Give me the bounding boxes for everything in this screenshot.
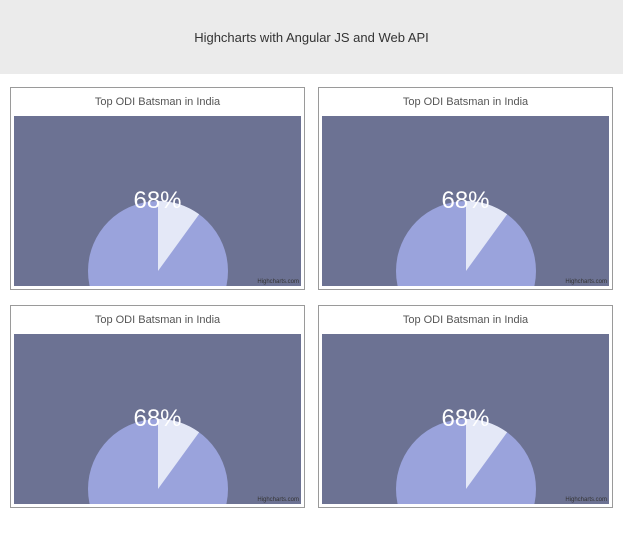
page-header: Highcharts with Angular JS and Web API xyxy=(0,0,623,74)
chart-percentage-label: 68% xyxy=(441,405,489,433)
chart-plot-area: 68% Highcharts.com xyxy=(322,116,609,286)
chart-card: Top ODI Batsman in India 68% Highcharts.… xyxy=(10,87,305,290)
page-title: Highcharts with Angular JS and Web API xyxy=(194,30,429,45)
chart-attribution: Highcharts.com xyxy=(565,279,607,285)
chart-title: Top ODI Batsman in India xyxy=(14,309,301,334)
chart-attribution: Highcharts.com xyxy=(257,279,299,285)
chart-title: Top ODI Batsman in India xyxy=(322,309,609,334)
chart-title: Top ODI Batsman in India xyxy=(322,91,609,116)
chart-card: Top ODI Batsman in India 68% Highcharts.… xyxy=(10,305,305,508)
chart-grid: Top ODI Batsman in India 68% Highcharts.… xyxy=(0,74,623,508)
chart-percentage-label: 68% xyxy=(133,405,181,433)
chart-percentage-label: 68% xyxy=(133,187,181,215)
chart-card: Top ODI Batsman in India 68% Highcharts.… xyxy=(318,87,613,290)
chart-title: Top ODI Batsman in India xyxy=(14,91,301,116)
chart-plot-area: 68% Highcharts.com xyxy=(322,334,609,504)
chart-card: Top ODI Batsman in India 68% Highcharts.… xyxy=(318,305,613,508)
chart-plot-area: 68% Highcharts.com xyxy=(14,116,301,286)
chart-percentage-label: 68% xyxy=(441,187,489,215)
chart-attribution: Highcharts.com xyxy=(257,497,299,503)
chart-plot-area: 68% Highcharts.com xyxy=(14,334,301,504)
chart-attribution: Highcharts.com xyxy=(565,497,607,503)
